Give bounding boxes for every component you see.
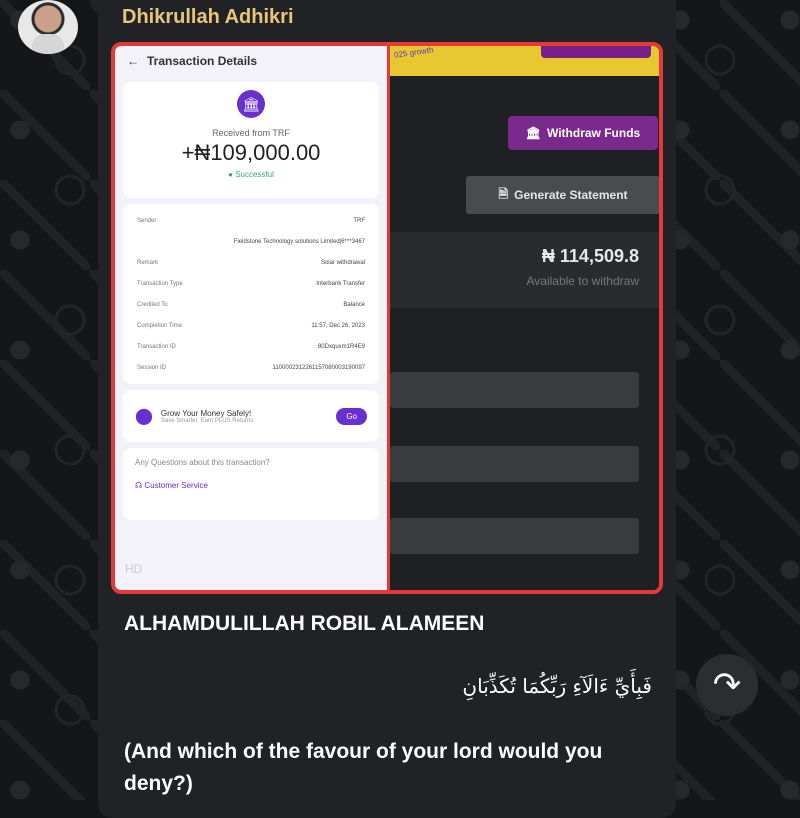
detail-row: Completion Time 11:57, Dec 26, 2023 — [137, 315, 365, 336]
banner-text: 025 growth — [393, 45, 435, 60]
verse-translation: (And which of the favour of your lord wo… — [124, 740, 603, 795]
detail-value: TRF — [353, 217, 365, 224]
customer-service-link: Customer Service — [144, 481, 208, 490]
sender-name[interactable]: Dhikrullah Adhikri — [122, 6, 294, 29]
wallet-panel: 025 growth 🏛 Withdraw Funds 🗎 Generate S… — [390, 46, 659, 590]
received-card: 🏛 Received from TRF +₦109,000.00 ● Succe… — [123, 82, 379, 198]
sender-avatar[interactable] — [18, 0, 78, 54]
detail-value: 11:57, Dec 26, 2023 — [311, 322, 365, 329]
detail-value: Fieldstone Technology solutions Limited|… — [233, 238, 365, 245]
headset-icon: ☊ — [135, 481, 143, 490]
go-button: Go — [336, 407, 367, 425]
attached-image[interactable]: ← Transaction Details 🏛 Received from TR… — [111, 42, 663, 594]
arabic-verse: فَبِأَيِّ ءَالَآءِ رَبِّكُمَا تُكَذِّبَا… — [462, 674, 652, 698]
details-card: Sender TRF Fieldstone Technology solution… — [123, 204, 379, 384]
question-text: Any Questions about this transaction? — [135, 458, 270, 467]
transaction-title: Transaction Details — [147, 54, 258, 68]
location-pin-icon: ⬤ — [135, 408, 153, 425]
statement-label: Generate Statement — [514, 188, 628, 202]
balance-value: ₦ 114,509.8 — [541, 246, 639, 266]
detail-value: 80Dxquxm1R4E9 — [317, 343, 365, 350]
hd-badge: HD — [125, 562, 143, 576]
bank-icon: 🏛 — [525, 126, 541, 140]
detail-label: Transaction ID — [137, 343, 176, 350]
success-icon: ● — [228, 170, 233, 179]
detail-value: Solar withdrawal — [320, 259, 365, 266]
back-arrow-icon: ← — [127, 54, 139, 68]
detail-row: Remark Solar withdrawal — [137, 252, 365, 273]
detail-label: Transaction Type — [137, 280, 183, 287]
detail-label: Remark — [137, 259, 159, 266]
balance-card: ₦ 114,509.8 Available to withdraw — [390, 232, 659, 308]
banner-chip — [541, 46, 651, 58]
detail-row: Transaction Type Interbank Transfer — [137, 273, 365, 294]
promo-card: ⬤ Grow Your Money Safely! Save Smarter, … — [123, 390, 379, 442]
detail-label: Session ID — [137, 364, 167, 371]
detail-row: Credited To Balance — [137, 294, 365, 315]
promo-title: Grow Your Money Safely! — [160, 408, 252, 418]
balance-label: Available to withdraw — [526, 274, 639, 288]
promo-banner: 025 growth — [390, 46, 659, 76]
forward-icon[interactable]: ↷ — [696, 654, 758, 716]
detail-label: Sender — [137, 217, 157, 224]
received-label: Received from TRF — [212, 128, 290, 138]
detail-row: Session ID 1100002312261157080003190097 — [137, 357, 365, 378]
generate-statement-button: 🗎 Generate Statement — [466, 176, 659, 214]
detail-row: Sender TRF — [137, 210, 365, 231]
withdraw-label: Withdraw Funds — [547, 126, 641, 140]
detail-row: Fieldstone Technology solutions Limited|… — [137, 231, 365, 252]
message-caption: ALHAMDULILLAH ROBIL ALAMEEN — [124, 612, 485, 635]
document-icon: 🗎 — [498, 186, 509, 201]
detail-label: Completion Time — [137, 322, 183, 329]
bank-icon: 🏛 — [237, 90, 265, 118]
form-field — [390, 518, 639, 554]
detail-label: Credited To — [137, 301, 168, 308]
detail-row: Transaction ID 80Dxquxm1R4E9 — [137, 336, 365, 357]
detail-value: 1100002312261157080003190097 — [272, 364, 365, 371]
withdraw-funds-button: 🏛 Withdraw Funds — [508, 116, 658, 150]
status-text: Successful — [235, 170, 274, 179]
detail-value: Balance — [343, 301, 365, 308]
promo-subtitle: Save Smarter, Earn PLUS Returns — [160, 417, 254, 424]
questions-card: Any Questions about this transaction? ☊ … — [123, 448, 379, 520]
transaction-details-panel: ← Transaction Details 🏛 Received from TR… — [115, 46, 390, 590]
received-amount: +₦109,000.00 — [181, 140, 321, 165]
form-field — [390, 372, 639, 408]
form-field — [390, 446, 639, 482]
detail-value: Interbank Transfer — [316, 280, 365, 287]
